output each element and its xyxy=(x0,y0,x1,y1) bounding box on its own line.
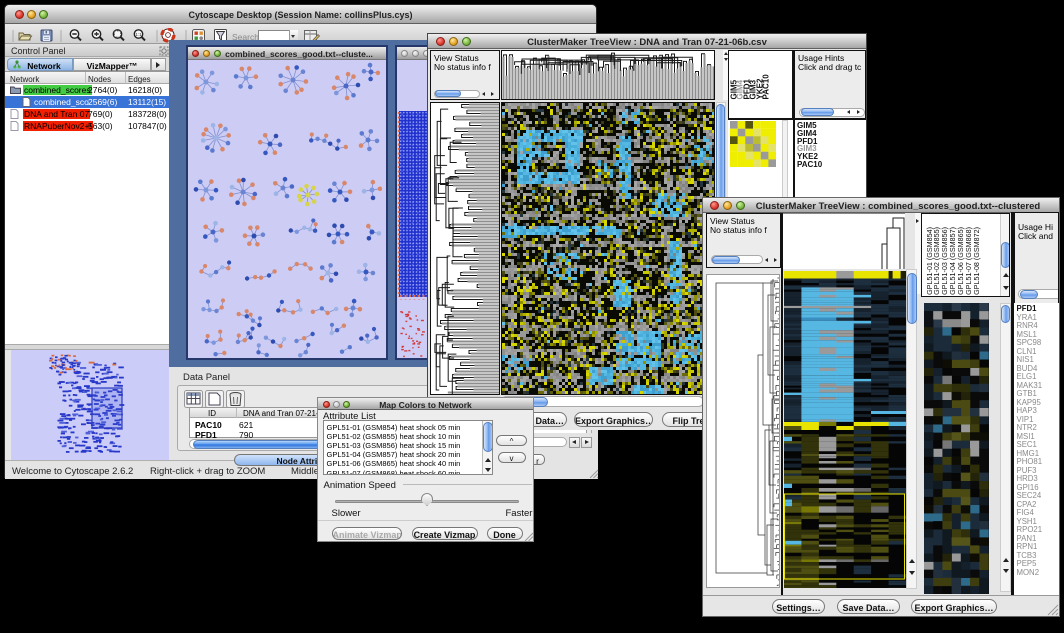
svg-text:1:1: 1:1 xyxy=(135,32,142,37)
